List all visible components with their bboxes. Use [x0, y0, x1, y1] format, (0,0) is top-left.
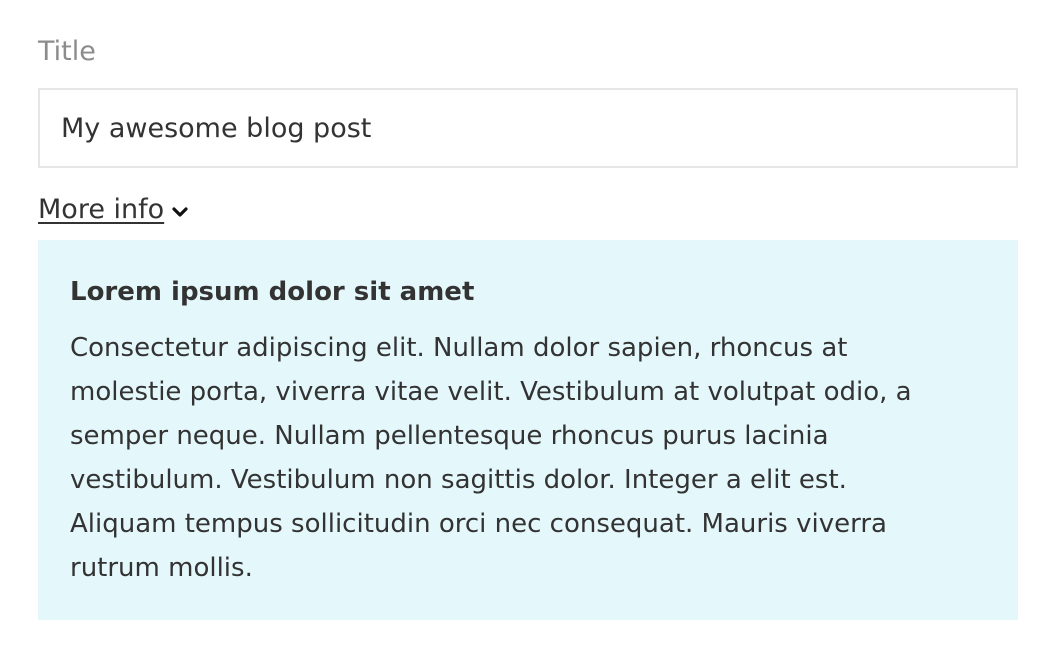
- info-panel-heading: Lorem ipsum dolor sit amet: [70, 277, 475, 307]
- title-input[interactable]: [38, 88, 1018, 168]
- chevron-down-icon[interactable]: [170, 202, 190, 222]
- more-info-toggle[interactable]: More info: [38, 192, 190, 228]
- title-label: Title: [38, 36, 96, 67]
- info-panel-body: Consectetur adipiscing elit. Nullam dolo…: [70, 333, 912, 583]
- more-info-panel: Lorem ipsum dolor sit amet Consectetur a…: [38, 240, 1018, 620]
- more-info-label[interactable]: More info: [38, 192, 164, 228]
